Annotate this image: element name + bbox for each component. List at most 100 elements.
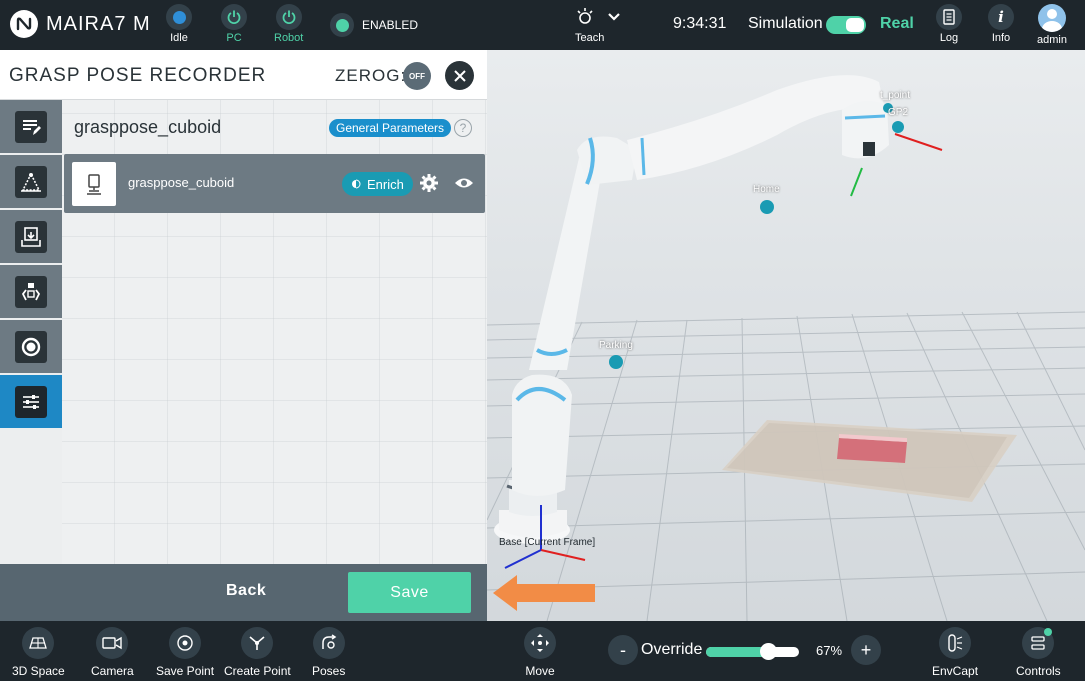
teach-mode[interactable]: Teach — [575, 4, 621, 44]
status-idle[interactable]: Idle — [166, 4, 192, 44]
app-window: MAIRA7 M Idle PC Robot ENABLED Teach 9:3… — [0, 0, 1085, 681]
orange-arrow — [493, 575, 595, 611]
status-pc-label: PC — [226, 32, 242, 44]
tab-edit-list[interactable] — [0, 100, 62, 153]
envcapt-button[interactable]: EnvCapt — [932, 627, 978, 678]
status-idle-label: Idle — [170, 32, 188, 44]
list-item[interactable]: grasppose_cuboid Enrich — [64, 154, 485, 213]
base-frame-label: Base [Current Frame] — [499, 537, 596, 548]
user-menu[interactable]: admin — [1037, 4, 1067, 46]
log-button[interactable]: Log — [936, 4, 962, 44]
create-point-button[interactable]: Create Point — [224, 627, 291, 678]
edit-list-icon — [15, 110, 47, 143]
tab-download-tray[interactable] — [0, 210, 62, 263]
gripper-icon — [15, 275, 47, 308]
3d-space-button[interactable]: 3D Space — [12, 627, 65, 678]
user-label: admin — [1037, 34, 1067, 46]
pose-frame-icon — [15, 165, 47, 198]
download-tray-icon — [15, 220, 47, 253]
override-increase-button[interactable]: + — [851, 635, 881, 665]
tab-pose-frame[interactable] — [0, 155, 62, 208]
panel-header: GRASP POSE RECORDER ZEROG: OFF — [0, 50, 487, 100]
power-icon — [275, 4, 302, 30]
envcapt-label: EnvCapt — [932, 664, 979, 678]
teach-label: Teach — [575, 32, 605, 44]
envcapt-icon — [939, 627, 972, 659]
status-pc[interactable]: PC — [221, 4, 247, 44]
enrich-button[interactable]: Enrich — [342, 172, 413, 196]
enrich-label: Enrich — [367, 176, 404, 192]
save-point-label: Save Point — [156, 664, 215, 678]
camera-label: Camera — [91, 664, 134, 678]
enrich-icon — [352, 179, 361, 189]
panel-title: GRASP POSE RECORDER — [9, 65, 267, 86]
help-icon[interactable]: ? — [454, 119, 472, 137]
waypoint-home-label: Home — [753, 184, 780, 195]
override-slider[interactable] — [706, 647, 799, 657]
panel-footer: Back Save — [0, 564, 487, 621]
poses-button[interactable]: Poses — [312, 627, 345, 678]
n-logo-icon — [10, 10, 38, 38]
create-point-label: Create Point — [224, 664, 291, 678]
3d-space-icon — [22, 627, 55, 659]
info-icon: i — [988, 4, 1014, 30]
override-slider-fill — [706, 647, 769, 657]
controls-notification-dot — [1044, 628, 1053, 636]
3d-space-label: 3D Space — [12, 664, 65, 678]
tab-record[interactable] — [0, 320, 62, 373]
zerog-label: ZEROG: — [335, 66, 407, 85]
save-point-button[interactable]: Save Point — [156, 627, 214, 678]
list-item-name: grasppose_cuboid — [128, 175, 235, 190]
override-decrease-button[interactable]: - — [608, 635, 638, 665]
enabled-indicator[interactable]: ENABLED — [330, 13, 418, 37]
tab-sliders[interactable] — [0, 375, 62, 428]
enabled-label: ENABLED — [362, 18, 419, 32]
record-icon — [15, 330, 47, 363]
override-slider-handle[interactable] — [759, 643, 777, 660]
log-label: Log — [939, 32, 959, 44]
move-icon — [524, 627, 556, 659]
close-button[interactable] — [445, 61, 474, 90]
content-title: grasppose_cuboid — [74, 117, 222, 137]
override-label: Override — [641, 641, 703, 658]
gear-icon[interactable] — [419, 173, 439, 198]
brand-name: MAIRA7 M — [46, 13, 151, 35]
info-label: Info — [991, 32, 1011, 44]
top-bar: MAIRA7 M Idle PC Robot ENABLED Teach 9:3… — [0, 0, 1085, 50]
waypoint-gp2-label: GP2 — [888, 107, 909, 118]
chevron-down-icon[interactable] — [607, 12, 621, 25]
zerog-toggle[interactable]: OFF — [403, 62, 431, 90]
controls-label: Controls — [1016, 664, 1061, 678]
side-tab-bar — [0, 100, 62, 433]
status-robot-label: Robot — [274, 32, 304, 44]
simulation-real-toggle[interactable] — [826, 16, 866, 34]
waypoint-point-label: t_point — [880, 90, 911, 101]
controls-button[interactable]: Controls — [1016, 627, 1061, 678]
grasp-pose-thumbnail-icon — [72, 162, 116, 206]
clock: 9:34:31 — [673, 15, 727, 32]
enabled-dot-icon — [330, 13, 354, 37]
teach-icon — [575, 7, 595, 30]
save-button[interactable]: Save — [348, 572, 471, 613]
eye-icon[interactable] — [454, 173, 474, 198]
poses-label: Poses — [312, 664, 346, 678]
status-robot[interactable]: Robot — [274, 4, 303, 44]
info-button[interactable]: i Info — [988, 4, 1014, 44]
save-point-icon — [169, 627, 202, 659]
avatar — [1037, 4, 1066, 32]
general-parameters-button[interactable]: General Parameters — [329, 119, 452, 137]
status-dot-icon — [166, 4, 192, 30]
3d-scene — [487, 75, 1085, 621]
poses-icon — [312, 627, 345, 659]
waypoint-parking-label: Parking — [599, 340, 633, 351]
create-point-icon — [241, 627, 274, 659]
real-label: Real — [880, 15, 914, 32]
move-button[interactable]: Move — [524, 627, 556, 678]
camera-button[interactable]: Camera — [91, 627, 134, 678]
power-icon — [221, 4, 247, 30]
controls-icon — [1022, 627, 1055, 659]
camera-icon — [96, 627, 129, 659]
back-button[interactable]: Back — [226, 582, 266, 600]
tab-gripper[interactable] — [0, 265, 62, 318]
3d-viewport[interactable]: Home Parking GP2 t_point Base [Current F… — [487, 50, 1085, 621]
